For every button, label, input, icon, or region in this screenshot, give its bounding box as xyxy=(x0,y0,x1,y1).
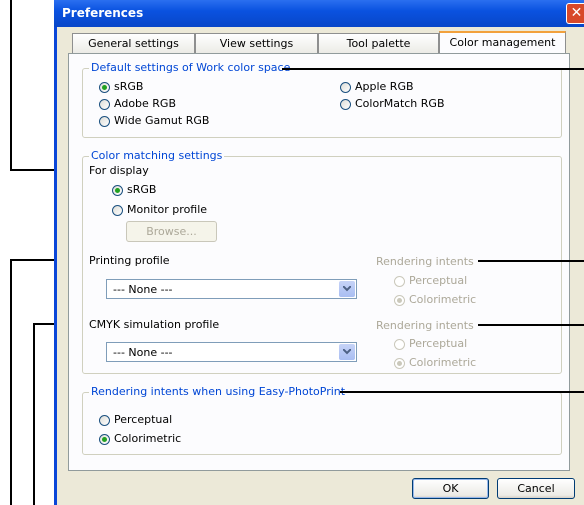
printing-colorimetric-radio[interactable] xyxy=(394,295,405,306)
chevron-down-icon xyxy=(339,344,355,360)
printing-profile-value: --- None --- xyxy=(113,283,173,296)
work-color-space-legend: Default settings of Work color space xyxy=(89,61,293,74)
cmyk-perceptual-radio[interactable] xyxy=(394,339,405,350)
callout-line xyxy=(10,0,12,171)
printing-rendering-legend: Rendering intents xyxy=(376,255,474,268)
wide-gamut-rgb-label[interactable]: Wide Gamut RGB xyxy=(114,114,209,127)
tab-view-settings[interactable]: View settings xyxy=(195,33,318,53)
cmyk-perceptual-label[interactable]: Perceptual xyxy=(409,337,467,350)
tab-color-management[interactable]: Color management xyxy=(439,31,566,54)
printing-profile-label: Printing profile xyxy=(89,254,170,267)
easy-colorimetric-radio[interactable] xyxy=(99,434,110,445)
cancel-button[interactable]: Cancel xyxy=(497,478,575,499)
printing-colorimetric-label[interactable]: Colorimetric xyxy=(409,293,476,306)
cmyk-colorimetric-radio[interactable] xyxy=(394,358,405,369)
cmyk-colorimetric-label[interactable]: Colorimetric xyxy=(409,356,476,369)
tab-tool-palette[interactable]: Tool palette xyxy=(318,33,439,53)
callout-line xyxy=(478,324,584,326)
ok-button[interactable]: OK xyxy=(412,478,489,499)
printing-perceptual-radio[interactable] xyxy=(394,276,405,287)
callout-line xyxy=(478,260,584,262)
colormatch-rgb-label[interactable]: ColorMatch RGB xyxy=(355,97,445,110)
easy-perceptual-radio[interactable] xyxy=(99,415,110,426)
callout-line xyxy=(340,391,584,393)
callout-line xyxy=(33,323,35,505)
colormatch-rgb-radio[interactable] xyxy=(340,99,351,110)
cmyk-rendering-legend: Rendering intents xyxy=(376,319,474,332)
cmyk-profile-select[interactable]: --- None --- xyxy=(106,342,357,362)
cmyk-profile-value: --- None --- xyxy=(113,346,173,359)
callout-line xyxy=(10,259,12,505)
monitor-profile-radio[interactable] xyxy=(112,205,123,216)
for-display-label: For display xyxy=(89,164,149,177)
browse-button[interactable]: Browse... xyxy=(126,221,217,242)
easy-perceptual-label[interactable]: Perceptual xyxy=(114,413,172,426)
close-button[interactable]: ✕ xyxy=(566,3,584,24)
easy-photoprint-legend: Rendering intents when using Easy-PhotoP… xyxy=(89,385,348,398)
wide-gamut-rgb-radio[interactable] xyxy=(99,116,110,127)
apple-rgb-radio[interactable] xyxy=(340,82,351,93)
srgb-label[interactable]: sRGB xyxy=(114,80,143,93)
cmyk-simulation-label: CMYK simulation profile xyxy=(89,318,220,331)
callout-line xyxy=(282,68,584,70)
tab-general-settings[interactable]: General settings xyxy=(72,33,195,53)
adobe-rgb-label[interactable]: Adobe RGB xyxy=(114,97,176,110)
monitor-profile-label[interactable]: Monitor profile xyxy=(127,203,207,216)
chevron-down-icon xyxy=(339,281,355,297)
color-matching-legend: Color matching settings xyxy=(89,149,225,162)
adobe-rgb-radio[interactable] xyxy=(99,99,110,110)
display-srgb-label[interactable]: sRGB xyxy=(127,183,156,196)
display-srgb-radio[interactable] xyxy=(112,185,123,196)
printing-profile-select[interactable]: --- None --- xyxy=(106,279,357,299)
window-title: Preferences xyxy=(62,6,144,20)
close-icon: ✕ xyxy=(570,5,583,21)
printing-perceptual-label[interactable]: Perceptual xyxy=(409,274,467,287)
srgb-radio[interactable] xyxy=(99,82,110,93)
easy-colorimetric-label[interactable]: Colorimetric xyxy=(114,432,181,445)
apple-rgb-label[interactable]: Apple RGB xyxy=(355,80,414,93)
